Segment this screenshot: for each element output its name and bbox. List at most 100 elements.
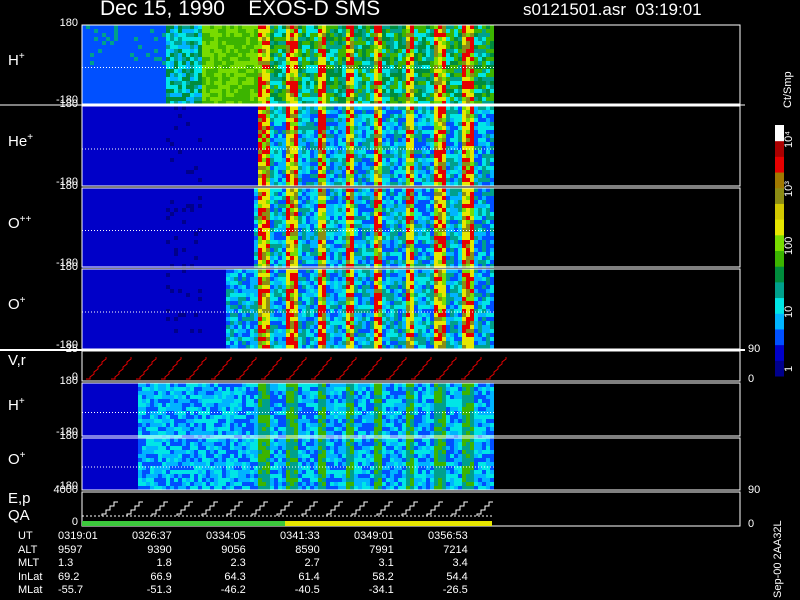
- heat-cell: [134, 244, 138, 248]
- heat-cell: [254, 150, 258, 154]
- heat-cell: [146, 256, 150, 260]
- heat-cell: [150, 232, 154, 236]
- heat-cell: [182, 138, 186, 142]
- heat-cell: [142, 142, 146, 146]
- heat-cell: [402, 29, 406, 33]
- heat-cell: [130, 130, 134, 134]
- heat-cell: [166, 182, 170, 186]
- heat-cell: [226, 49, 230, 53]
- heat-cell: [110, 41, 114, 45]
- heat-cell: [222, 89, 226, 93]
- heat-cell: [246, 178, 250, 182]
- heat-cell: [114, 212, 118, 216]
- heat-cell: [262, 182, 266, 186]
- heat-cell: [126, 244, 130, 248]
- heat-cell: [442, 57, 446, 61]
- heat-cell: [246, 216, 250, 220]
- heat-cell: [398, 178, 402, 182]
- heat-cell: [422, 170, 426, 174]
- heat-cell: [218, 224, 222, 228]
- heat-cell: [238, 166, 242, 170]
- heat-cell: [146, 77, 150, 81]
- heat-cell: [414, 134, 418, 138]
- heat-cell: [82, 29, 86, 33]
- heat-cell: [170, 182, 174, 186]
- heat-cell: [90, 216, 94, 220]
- heat-cell: [450, 178, 454, 182]
- heat-cell: [82, 61, 86, 65]
- heat-cell: [210, 150, 214, 154]
- heat-cell: [258, 126, 262, 130]
- heat-cell: [262, 138, 266, 142]
- heat-cell: [258, 81, 262, 85]
- heat-cell: [326, 170, 330, 174]
- heat-cell: [114, 37, 118, 41]
- heat-cell: [218, 89, 222, 93]
- heat-cell: [422, 29, 426, 33]
- heat-cell: [474, 37, 478, 41]
- heat-cell: [174, 178, 178, 182]
- heat-cell: [402, 162, 406, 166]
- heat-cell: [110, 208, 114, 212]
- heat-cell: [242, 150, 246, 154]
- heat-cell: [182, 236, 186, 240]
- heat-cell: [282, 130, 286, 134]
- heat-cell: [102, 134, 106, 138]
- heat-cell: [426, 142, 430, 146]
- heat-cell: [374, 33, 378, 37]
- heat-cell: [330, 150, 334, 154]
- heat-cell: [462, 97, 466, 101]
- heat-cell: [310, 69, 314, 73]
- heat-cell: [202, 134, 206, 138]
- heat-cell: [114, 224, 118, 228]
- heat-cell: [210, 122, 214, 126]
- heat-cell: [250, 244, 254, 248]
- heat-cell: [226, 37, 230, 41]
- heat-cell: [170, 134, 174, 138]
- heat-cell: [418, 138, 422, 142]
- heat-cell: [138, 33, 142, 37]
- heat-cell: [138, 260, 142, 264]
- heat-cell: [174, 196, 178, 200]
- heat-cell: [166, 49, 170, 53]
- heat-cell: [310, 126, 314, 130]
- heat-cell: [274, 130, 278, 134]
- heat-cell: [162, 196, 166, 200]
- heat-cell: [378, 162, 382, 166]
- heat-cell: [234, 93, 238, 97]
- heat-cell: [242, 212, 246, 216]
- heat-cell: [418, 170, 422, 174]
- heat-cell: [422, 114, 426, 118]
- heat-cell: [278, 69, 282, 73]
- heat-cell: [378, 45, 382, 49]
- heat-cell: [458, 29, 462, 33]
- heat-cell: [286, 49, 290, 53]
- heat-cell: [214, 49, 218, 53]
- heat-cell: [98, 232, 102, 236]
- heat-cell: [242, 220, 246, 224]
- heat-cell: [266, 85, 270, 89]
- heat-cell: [306, 110, 310, 114]
- heat-cell: [418, 53, 422, 57]
- heat-cell: [242, 196, 246, 200]
- heat-cell: [470, 110, 474, 114]
- heat-cell: [138, 41, 142, 45]
- heat-cell: [166, 260, 170, 264]
- heat-cell: [238, 37, 242, 41]
- heat-cell: [126, 134, 130, 138]
- heat-cell: [98, 252, 102, 256]
- heat-cell: [166, 248, 170, 252]
- heat-cell: [194, 29, 198, 33]
- heat-cell: [414, 89, 418, 93]
- heat-cell: [126, 188, 130, 192]
- heat-cell: [242, 166, 246, 170]
- heat-cell: [230, 192, 234, 196]
- heat-cell: [142, 200, 146, 204]
- heat-cell: [214, 126, 218, 130]
- heat-cell: [322, 53, 326, 57]
- heat-cell: [82, 188, 86, 192]
- heat-cell: [222, 97, 226, 101]
- heat-cell: [298, 41, 302, 45]
- heat-cell: [110, 97, 114, 101]
- heat-cell: [126, 53, 130, 57]
